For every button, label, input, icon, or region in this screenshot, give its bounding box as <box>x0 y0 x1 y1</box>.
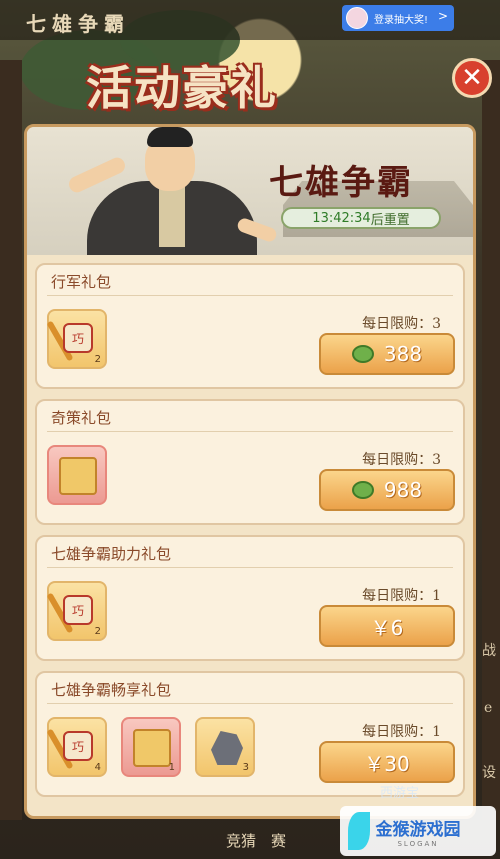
scroll-icon: 巧 <box>63 731 93 761</box>
item-count: 3 <box>242 762 249 773</box>
package-card: 奇策礼包 每日限购：3 988 <box>35 399 465 525</box>
timer-suffix: 后重置 <box>370 212 410 228</box>
package-name: 奇策礼包 <box>51 409 112 427</box>
buy-price: ￥6 <box>370 615 404 640</box>
purchase-limit: 每日限购：1 <box>362 588 441 604</box>
package-item[interactable]: 1 <box>121 717 181 777</box>
left-edge-scene <box>0 60 22 820</box>
scroll-icon: 巧 <box>63 595 93 625</box>
item-count: 1 <box>168 762 175 773</box>
purchase-limit: 每日限购：3 <box>362 452 441 468</box>
side-menu-label[interactable]: e <box>484 700 492 716</box>
card-divider <box>47 295 453 296</box>
package-name: 七雄争霸畅享礼包 <box>51 681 172 699</box>
buy-button[interactable]: 388 <box>319 333 455 375</box>
login-prize-label: 登录抽大奖! <box>374 14 429 26</box>
event-banner: 七雄争霸 13:42:34 后重置 <box>27 127 473 255</box>
chevron-right-icon: > <box>437 9 448 23</box>
package-card: 行军礼包 巧 2 每日限购：3 388 <box>35 263 465 389</box>
jade-icon <box>351 481 374 499</box>
package-item[interactable]: 巧 2 <box>46 309 107 369</box>
card-divider <box>47 431 453 432</box>
package-name: 行军礼包 <box>51 273 112 291</box>
package-item[interactable]: 巧 4 <box>46 717 107 777</box>
package-name: 七雄争霸助力礼包 <box>51 545 172 563</box>
buy-button[interactable]: 988 <box>319 469 455 511</box>
card-divider <box>47 703 453 704</box>
hero-collar <box>159 187 185 247</box>
watermark-corner-text: 西游宝 <box>380 786 420 801</box>
item-count: 4 <box>94 762 101 773</box>
hero-hair <box>147 127 193 147</box>
close-button[interactable]: ✕ <box>452 58 492 98</box>
package-item[interactable] <box>47 445 107 505</box>
ore-icon <box>211 731 243 765</box>
watermark-text: 金猴游戏园 <box>375 819 461 840</box>
package-card: 七雄争霸畅享礼包 巧 4 1 3 每日限购：1 ￥30 <box>35 671 465 797</box>
package-card: 七雄争霸助力礼包 巧 2 每日限购：1 ￥6 <box>35 535 465 661</box>
watermark-logo-icon <box>348 812 370 850</box>
jade-icon <box>351 345 374 363</box>
buy-button[interactable]: ￥30 <box>319 741 455 783</box>
side-menu-label[interactable]: 设 <box>482 762 496 782</box>
event-title: 活动豪礼 <box>86 61 278 115</box>
event-panel: 七雄争霸 13:42:34 后重置 行军礼包 巧 2 每日限购：3 388 奇策… <box>24 124 476 819</box>
package-item[interactable]: 巧 2 <box>46 581 107 641</box>
avatar <box>346 7 368 29</box>
timer-time: 13:42:34 <box>312 210 371 226</box>
buy-button[interactable]: ￥6 <box>319 605 455 647</box>
book-icon <box>59 457 97 495</box>
purchase-limit: 每日限购：3 <box>362 316 441 332</box>
side-menu-label[interactable]: 战 <box>482 640 496 660</box>
book-icon <box>133 729 171 767</box>
buy-price: 988 <box>383 478 423 502</box>
item-count: 2 <box>94 354 101 365</box>
hero-character-illustration <box>66 127 279 255</box>
card-divider <box>47 567 453 568</box>
scroll-icon: 巧 <box>63 323 93 353</box>
item-count: 2 <box>94 626 101 637</box>
watermark-slogan: SLOGAN <box>397 839 439 848</box>
buy-price: 388 <box>383 342 423 366</box>
login-prize-button[interactable]: 登录抽大奖! > <box>342 5 454 31</box>
buy-price: ￥30 <box>364 751 410 776</box>
bottom-nav-labels[interactable]: 竞猜 赛 <box>226 830 286 851</box>
banner-title: 七雄争霸 <box>269 163 413 203</box>
reset-timer: 13:42:34 后重置 <box>281 207 441 229</box>
purchase-limit: 每日限购：1 <box>362 724 441 740</box>
package-item[interactable]: 3 <box>195 717 255 777</box>
game-title: 七雄争霸 <box>26 12 130 36</box>
site-watermark: 金猴游戏园 SLOGAN <box>340 806 496 856</box>
